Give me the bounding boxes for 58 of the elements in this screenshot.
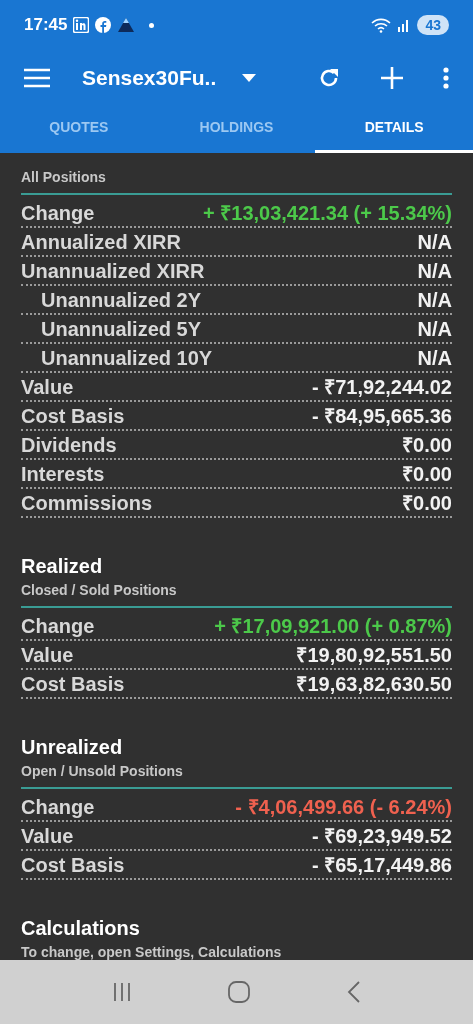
battery-indicator: 43 [417,15,449,35]
row-label: Dividends [21,433,117,458]
row-value: ₹19,63,82,630.50 [296,672,452,697]
row-value: + ₹13,03,421.34 (+ 15.34%) [203,201,452,226]
more-icon[interactable] [443,66,449,89]
row-value: N/A [417,230,452,255]
portfolio-title[interactable]: Sensex30Fu.. [82,61,222,94]
row-value: - ₹4,06,499.66 (- 6.24%) [235,795,452,820]
section-title: Unrealized [21,735,124,759]
row-value: + ₹17,09,921.00 (+ 0.87%) [214,614,452,639]
row-value: ₹0.00 [402,491,452,516]
row-label: Interests [21,462,105,487]
row-value: N/A [417,259,452,284]
row-label: Value [21,643,74,668]
row-label: Annualized XIRR [21,230,181,255]
row-label: Cost Basis [21,672,125,697]
row-value: N/A [417,346,452,371]
row-value: - ₹69,23,949.52 [312,824,452,849]
row-label: Cost Basis [21,404,125,429]
linkedin-icon [73,17,90,33]
section-subtitle: Open / Unsold Positions [21,762,184,781]
recent-apps-icon[interactable] [112,982,133,1002]
home-icon[interactable] [228,981,251,1003]
dropdown-caret-icon[interactable] [242,73,256,82]
row-label: Change [21,795,95,820]
status-time: 17:45 [24,14,68,37]
row-label: Cost Basis [21,853,125,878]
back-icon[interactable] [346,981,361,1003]
row-label: Change [21,614,95,639]
row-label: Unannualized 5Y [40,317,202,342]
tab[interactable]: HOLDINGS [157,105,316,153]
tab[interactable]: QUOTES [0,105,158,153]
row-label: Unannualized 10Y [40,346,213,371]
section-subtitle: To change, open Settings, Calculations [21,943,283,960]
facebook-icon [95,17,112,33]
wifi-icon [371,17,392,33]
section-title: Realized [21,554,104,578]
row-label: Commissions [21,491,153,516]
row-value: - ₹71,92,244.02 [312,375,452,400]
row-label: Value [21,824,74,849]
menu-icon[interactable] [24,67,50,88]
row-value: ₹0.00 [402,433,452,458]
row-value: - ₹84,95,665.36 [312,404,452,429]
row-label: Value [21,375,74,400]
row-label: Change [21,201,95,226]
section-title: Calculations [21,916,141,940]
row-value: N/A [417,317,452,342]
tab[interactable]: DETAILS [315,105,473,153]
row-value: ₹0.00 [402,462,452,487]
row-label: Unannualized XIRR [21,259,205,284]
section-subtitle: All Positions [21,168,107,187]
row-value: ₹19,80,92,551.50 [296,643,452,668]
add-icon[interactable] [381,66,403,89]
row-label: Unannualized 2Y [40,288,202,313]
row-value: N/A [417,288,452,313]
triangle-icon [117,17,136,33]
section-subtitle: Closed / Sold Positions [21,581,178,600]
row-value: - ₹65,17,449.86 [312,853,452,878]
